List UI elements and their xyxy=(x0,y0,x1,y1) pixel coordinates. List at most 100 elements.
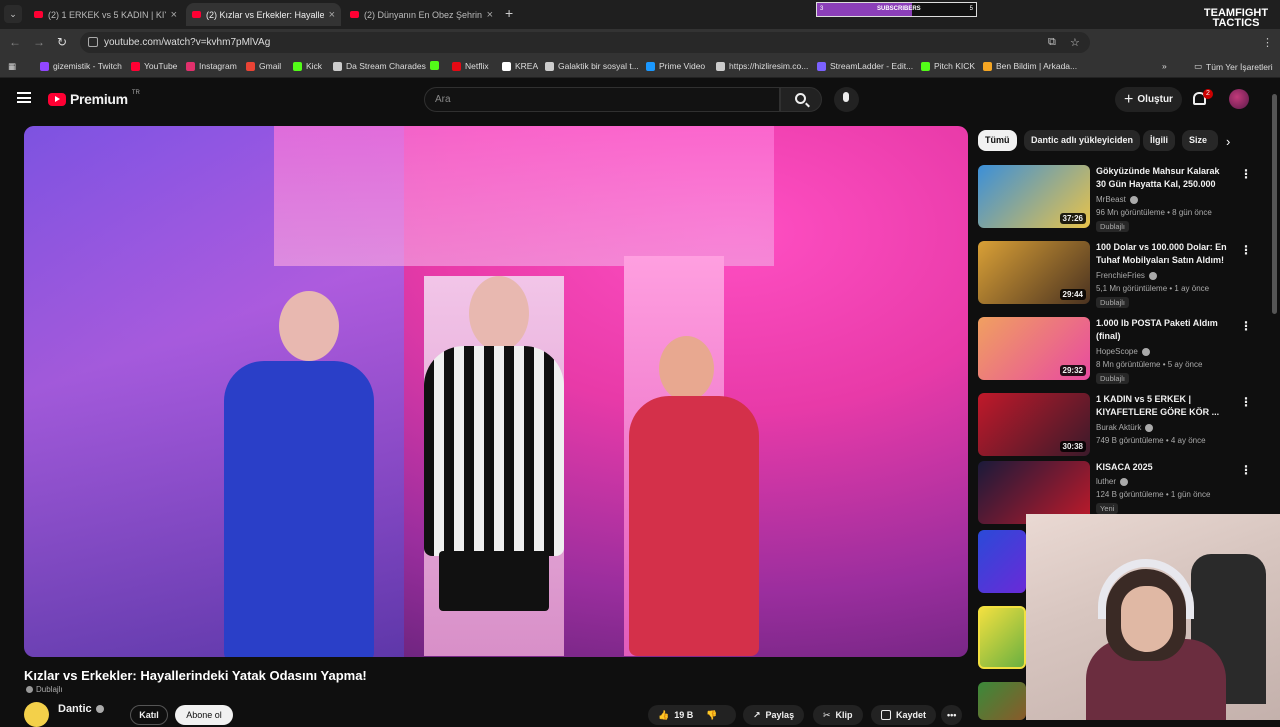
chip-related[interactable]: İlgili xyxy=(1143,130,1175,151)
create-button[interactable]: + Oluştur xyxy=(1115,87,1182,112)
recommendation-thumbnail[interactable]: 29:32 xyxy=(978,317,1090,380)
bookmark-item[interactable]: Kick xyxy=(293,61,322,71)
video-title: Kızlar vs Erkekler: Hayallerindeki Yatak… xyxy=(24,668,367,683)
bookmark-favicon-icon xyxy=(545,61,554,71)
tab-dunyanin-en-obez-sehri[interactable]: (2) Dünyanın En Obez Şehrinde × xyxy=(344,3,499,26)
bookmark-item[interactable]: Da Stream Charades xyxy=(333,61,426,71)
bookmark-item[interactable]: https://hizliresim.co... xyxy=(716,61,808,71)
clip-button[interactable]: ✂ Klip xyxy=(813,705,863,725)
bookmark-star-icon[interactable]: ☆ xyxy=(1070,36,1080,49)
bookmark-item[interactable]: Netflix xyxy=(452,61,489,71)
recommendation-item[interactable]: 29:32 1.000 lb POSTA Paketi Aldım (final)… xyxy=(978,317,1258,384)
youtube-page: Premium TR Ara + Oluştur 2 Kızlar vs Erk… xyxy=(0,78,1280,727)
bookmark-item[interactable]: Gmail xyxy=(246,61,281,71)
recommendation-title[interactable]: 1.000 lb POSTA Paketi Aldım (final) xyxy=(1096,317,1231,343)
bookmark-item[interactable]: StreamLadder - Edit... xyxy=(817,61,913,71)
bookmark-favicon-icon xyxy=(131,61,140,71)
youtube-premium-logo[interactable]: Premium TR xyxy=(48,90,140,107)
forward-arrow-icon[interactable]: → xyxy=(33,35,45,49)
more-options-icon[interactable]: ⋮ xyxy=(1240,463,1252,477)
more-options-icon[interactable]: ⋮ xyxy=(1240,167,1252,181)
recommendation-channel[interactable]: FrenchieFries xyxy=(1096,271,1157,280)
hamburger-menu-icon[interactable] xyxy=(17,92,31,103)
more-actions-button[interactable]: ••• xyxy=(941,705,963,725)
verified-check-icon xyxy=(1129,195,1138,204)
bookmark-item[interactable]: YouTube xyxy=(131,61,177,71)
recommendation-item[interactable]: 29:44 100 Dolar vs 100.000 Dolar: En Tuha… xyxy=(978,241,1258,308)
headset xyxy=(1098,559,1194,619)
video-person-left xyxy=(224,361,374,657)
recommendation-tag: Dublajlı xyxy=(1096,221,1130,232)
back-arrow-icon[interactable]: ← xyxy=(9,35,21,49)
thumbs-down-icon[interactable]: 👎 xyxy=(706,710,717,721)
recommendation-title[interactable]: 1 KADIN vs 5 ERKEK | KIYAFETLERE GÖRE KÖ… xyxy=(1096,393,1231,419)
all-bookmarks-folder[interactable]: ▭ Tüm Yer İşaretleri xyxy=(1194,61,1273,72)
chips-next-arrow-icon[interactable]: › xyxy=(1226,134,1230,149)
recommendation-thumbnail[interactable]: 37:26 xyxy=(978,165,1090,228)
video-player[interactable] xyxy=(24,126,968,657)
apps-grid-icon[interactable]: ▦ xyxy=(8,61,16,72)
recommendation-title[interactable]: KISACA 2025 xyxy=(1096,461,1231,474)
tab-search-button[interactable]: ⌄ xyxy=(4,5,22,23)
bookmarks-overflow-icon[interactable]: » xyxy=(1162,61,1167,71)
tab-close-icon[interactable]: × xyxy=(171,9,177,21)
tab-1-erkek-vs-5-kadin[interactable]: (2) 1 ERKEK vs 5 KADIN | KIYAFETLERE × xyxy=(28,3,183,26)
channel-avatar[interactable] xyxy=(24,702,49,727)
bookmark-item[interactable]: Galaktik bir sosyal t... xyxy=(545,61,639,71)
recommendation-title[interactable]: Gökyüzünde Mahsur Kalarak 30 Gün Hayatta… xyxy=(1096,165,1231,192)
voice-search-button[interactable] xyxy=(834,87,859,112)
bookmark-item[interactable]: KREA xyxy=(502,61,538,71)
dub-person-icon xyxy=(26,686,33,693)
scrollbar-thumb[interactable] xyxy=(1272,94,1277,314)
bookmark-item[interactable]: gizemistik - Twitch xyxy=(40,61,122,71)
more-options-icon[interactable]: ⋮ xyxy=(1240,395,1252,409)
recommendation-item[interactable]: 37:26 Gökyüzünde Mahsur Kalarak 30 Gün Ha… xyxy=(978,165,1258,232)
bookmark-item[interactable] xyxy=(430,61,443,70)
bookmark-item[interactable]: Ben Bildim | Arkada... xyxy=(983,61,1077,71)
tab-kizlar-vs-erkekler[interactable]: (2) Kızlar vs Erkekler: Hayallerindeki × xyxy=(186,3,341,26)
recommendation-channel[interactable]: MrBeast xyxy=(1096,195,1138,204)
recommendation-thumbnail[interactable] xyxy=(978,682,1026,720)
bookmark-item[interactable]: Prime Video xyxy=(646,61,705,71)
search-button[interactable] xyxy=(780,87,822,112)
more-options-icon[interactable]: ⋮ xyxy=(1240,243,1252,257)
thumbs-up-icon: 👍 xyxy=(658,709,670,720)
install-app-icon[interactable]: ⧉ xyxy=(1048,36,1056,49)
recommendation-meta: 124 B görüntüleme • 1 gün önce xyxy=(1096,490,1211,499)
more-options-icon[interactable]: ⋮ xyxy=(1240,319,1252,333)
save-button[interactable]: Kaydet xyxy=(871,705,937,725)
like-dislike-button[interactable]: 👍 19 B 👎 xyxy=(648,705,736,725)
bookmark-favicon-icon xyxy=(452,61,461,71)
account-avatar[interactable] xyxy=(1229,89,1249,109)
chip-for-you[interactable]: Size xyxy=(1182,130,1218,151)
reload-icon[interactable]: ↻ xyxy=(57,35,67,49)
browser-menu-icon[interactable]: ⋮ xyxy=(1262,36,1273,49)
channel-name[interactable]: Dantic xyxy=(58,703,104,715)
recommendation-channel[interactable]: HopeScope xyxy=(1096,347,1150,356)
recommendation-channel[interactable]: luther xyxy=(1096,477,1129,486)
new-tab-button[interactable]: + xyxy=(505,5,513,21)
recommendation-thumbnail[interactable] xyxy=(978,606,1026,669)
subscribe-button[interactable]: Abone ol xyxy=(175,705,233,725)
bookmark-favicon-icon xyxy=(40,61,49,71)
recommendation-channel[interactable]: Burak Aktürk xyxy=(1096,423,1154,432)
recommendation-thumbnail[interactable] xyxy=(978,530,1026,593)
share-button[interactable]: ↗ Paylaş xyxy=(743,705,805,725)
tab-close-icon[interactable]: × xyxy=(329,9,335,21)
chip-all[interactable]: Tümü xyxy=(978,130,1017,151)
search-icon xyxy=(795,93,806,104)
site-info-icon[interactable] xyxy=(88,37,98,47)
bookmark-item[interactable]: Pitch KICK xyxy=(921,61,975,71)
recommendation-title[interactable]: 100 Dolar vs 100.000 Dolar: En Tuhaf Mob… xyxy=(1096,241,1231,267)
chip-from-uploader[interactable]: Dantic adlı yükleyiciden xyxy=(1024,130,1141,151)
search-input[interactable]: Ara xyxy=(424,87,780,112)
bookmark-item[interactable]: Instagram xyxy=(186,61,237,71)
recommendation-item[interactable]: 30:38 1 KADIN vs 5 ERKEK | KIYAFETLERE GÖ… xyxy=(978,393,1258,459)
recommendation-thumbnail[interactable]: 30:38 xyxy=(978,393,1090,456)
recommendation-thumbnail[interactable]: 29:44 xyxy=(978,241,1090,304)
video-person-right xyxy=(629,396,759,656)
bookmark-favicon-icon xyxy=(246,61,255,71)
tab-close-icon[interactable]: × xyxy=(487,9,493,21)
join-button[interactable]: Katıl xyxy=(130,705,168,725)
url-bar[interactable]: youtube.com/watch?v=kvhm7pMlVAg xyxy=(80,32,1090,53)
